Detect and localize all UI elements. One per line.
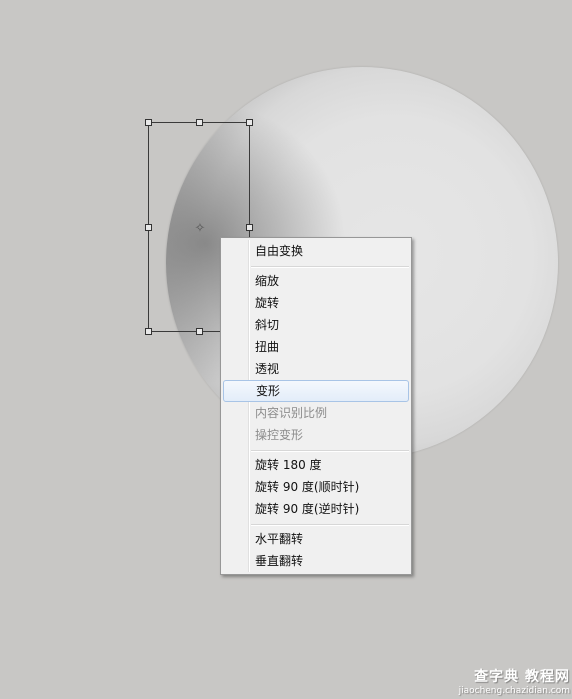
crosshair-icon[interactable]: ✧ <box>193 222 207 236</box>
handle-middle-right[interactable] <box>246 224 253 231</box>
handle-middle-left[interactable] <box>145 224 152 231</box>
watermark-url: jiaocheng.chazidian.com <box>458 686 570 696</box>
menu-item-free-transform[interactable]: 自由变换 <box>223 240 409 262</box>
handle-bottom-center[interactable] <box>196 328 203 335</box>
menu-item-rotate-180[interactable]: 旋转 180 度 <box>223 454 409 476</box>
menu-separator <box>251 450 409 452</box>
menu-item-warp[interactable]: 变形 <box>223 380 409 402</box>
menu-item-scale[interactable]: 缩放 <box>223 270 409 292</box>
menu-item-puppet-warp: 操控变形 <box>255 428 304 442</box>
menu-item-skew[interactable]: 斜切 <box>223 314 409 336</box>
menu-item-content-aware-scale: 内容识别比例 <box>255 406 328 420</box>
menu-item-flip-vertical[interactable]: 垂直翻转 <box>223 550 409 572</box>
menu-item-rotate-90-ccw[interactable]: 旋转 90 度(逆时针) <box>223 498 409 520</box>
menu-item-perspective[interactable]: 透视 <box>223 358 409 380</box>
menu-item-rotate-90-cw[interactable]: 旋转 90 度(顺时针) <box>223 476 409 498</box>
handle-bottom-left[interactable] <box>145 328 152 335</box>
watermark: 查字典 教程网 jiaocheng.chazidian.com <box>440 666 570 698</box>
menu-item-rotate[interactable]: 旋转 <box>223 292 409 314</box>
context-menu: 自由变换 缩放 旋转 斜切 扭曲 透视 变形 内容识别比例 操控变形 旋转 18… <box>220 237 412 575</box>
menu-separator <box>251 524 409 526</box>
watermark-main: 查字典 教程网 <box>474 669 570 685</box>
menu-item-distort[interactable]: 扭曲 <box>223 336 409 358</box>
menu-item-flip-horizontal[interactable]: 水平翻转 <box>223 528 409 550</box>
menu-separator <box>251 266 409 268</box>
handle-top-center[interactable] <box>196 119 203 126</box>
handle-top-right[interactable] <box>246 119 253 126</box>
handle-top-left[interactable] <box>145 119 152 126</box>
